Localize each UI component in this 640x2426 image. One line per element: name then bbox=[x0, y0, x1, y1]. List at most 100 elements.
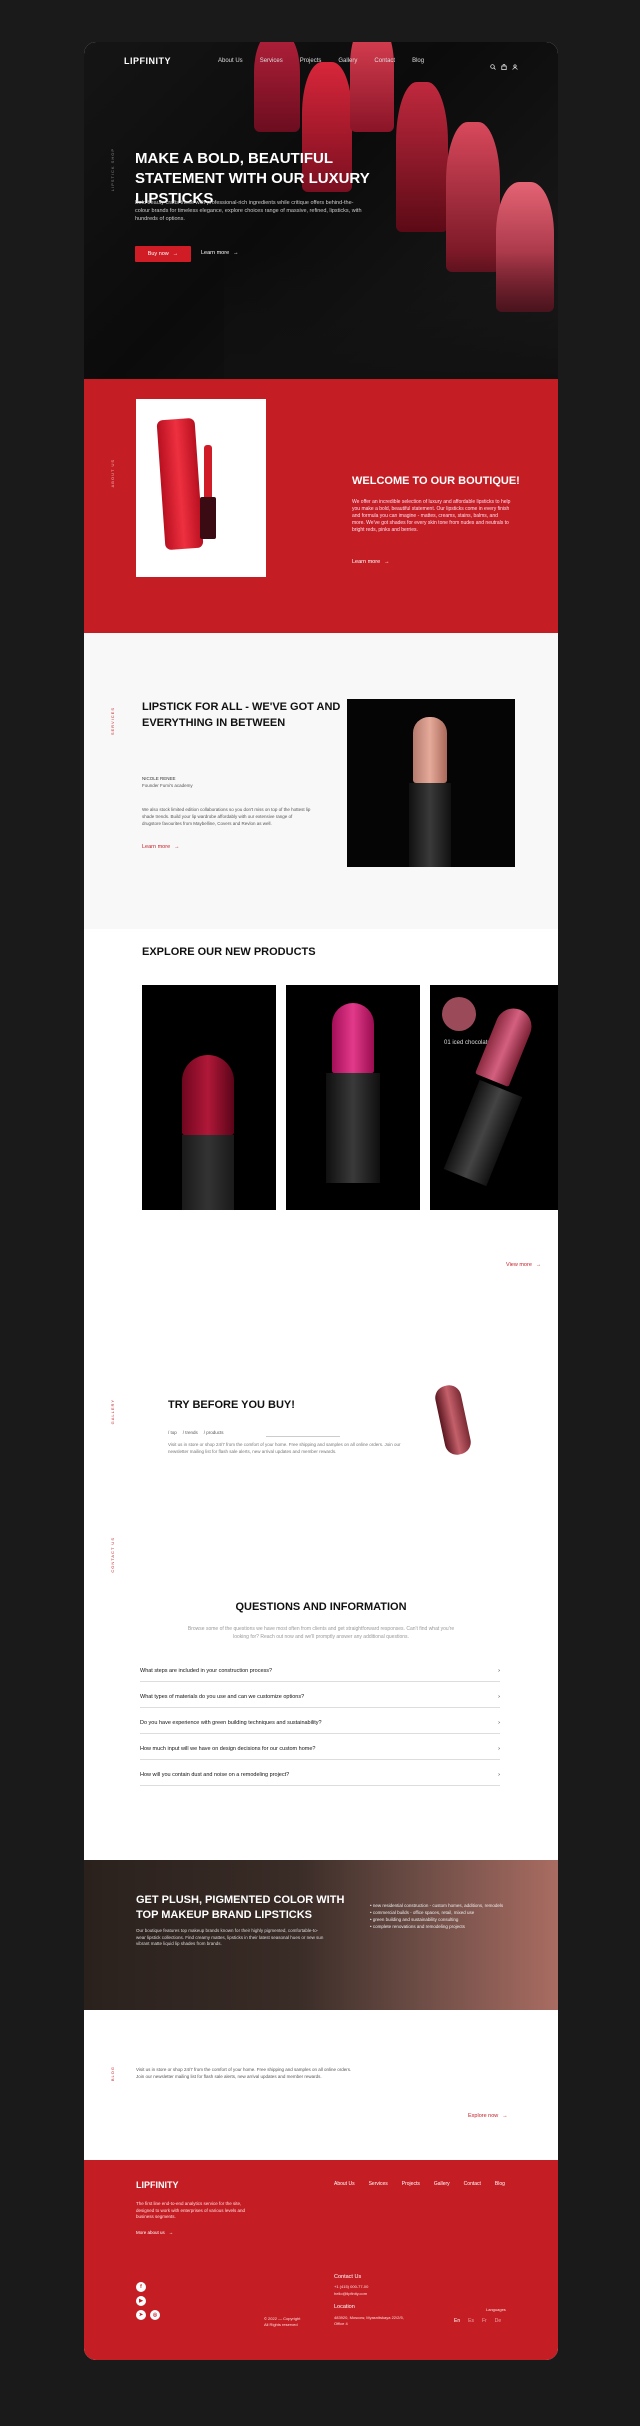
promo-title: GET PLUSH, PIGMENTED COLOR WITH TOP MAKE… bbox=[136, 1894, 345, 1921]
youtube-icon[interactable]: ▶ bbox=[136, 2296, 146, 2306]
telegram-icon[interactable]: ➤ bbox=[136, 2310, 146, 2320]
footer-link-about-us[interactable]: About Us bbox=[334, 2181, 355, 2187]
product-case-image bbox=[182, 1135, 234, 1210]
top-nav: LIPFINITY About Us Services Projects Gal… bbox=[84, 42, 558, 72]
breadcrumb-item[interactable]: / products bbox=[204, 1430, 224, 1435]
chevron-right-icon: › bbox=[498, 1771, 500, 1778]
footer-link-projects[interactable]: Projects bbox=[402, 2181, 420, 2187]
products-title: EXPLORE OUR NEW PRODUCTS bbox=[142, 946, 316, 958]
footer-address: 483920, Moscow, Myasnitskaya 22/2/5, Off… bbox=[334, 2315, 404, 2326]
blog-side-label: BLOG bbox=[110, 2066, 115, 2082]
title-underline bbox=[266, 1436, 340, 1437]
lipgloss-tube-image bbox=[156, 417, 204, 551]
lipstick-bullet bbox=[413, 717, 447, 783]
product-lipstick-image bbox=[332, 1003, 374, 1073]
faq-item[interactable]: How much input will we have on design de… bbox=[140, 1738, 500, 1760]
language-option[interactable]: En bbox=[454, 2318, 460, 2324]
brand-logo[interactable]: LIPFINITY bbox=[124, 56, 171, 66]
welcome-learn-more-link[interactable]: Learn more → bbox=[352, 559, 390, 565]
try-text: Visit us in store or shop 24/7 from the … bbox=[168, 1442, 401, 1454]
footer-phone[interactable]: +1 (415) 000-77-00 bbox=[334, 2284, 368, 2289]
services-title: LIPSTICK FOR ALL - WE'VE GOT AND EVERYTH… bbox=[142, 701, 341, 729]
view-more-label: View more bbox=[506, 1262, 532, 1268]
promo-list-item: • complete renovations and remodeling pr… bbox=[370, 1924, 465, 1929]
faq-question: What types of materials do you use and c… bbox=[140, 1693, 305, 1700]
footer-link-gallery[interactable]: Gallery bbox=[434, 2181, 450, 2187]
nav-item-projects[interactable]: Projects bbox=[300, 58, 322, 64]
promo-list-item: • new residential construction - custom … bbox=[370, 1903, 504, 1908]
footer-logo[interactable]: LIPFINITY bbox=[136, 2180, 179, 2190]
learn-more-label: Learn more bbox=[352, 559, 381, 565]
explore-now-link[interactable]: Explore now → bbox=[468, 2113, 508, 2119]
hero-lipstick-image bbox=[446, 122, 500, 272]
breadcrumb-item[interactable]: / top bbox=[168, 1430, 177, 1435]
faq-title: QUESTIONS AND INFORMATION bbox=[235, 1601, 407, 1613]
hero-lipstick-image bbox=[396, 82, 448, 232]
try-title: TRY BEFORE YOU BUY! bbox=[168, 1399, 295, 1411]
learn-more-link[interactable]: Learn more → bbox=[201, 250, 239, 256]
promo-text: Our boutique features top makeup brands … bbox=[136, 1928, 324, 1946]
faq-question: How will you contain dust and noise on a… bbox=[140, 1771, 290, 1778]
footer: LIPFINITY The first line end-to-end anal… bbox=[84, 2160, 558, 2360]
chevron-right-icon: › bbox=[498, 1719, 500, 1726]
language-option[interactable]: Es bbox=[468, 2318, 474, 2324]
bag-icon[interactable] bbox=[501, 57, 507, 70]
author-name: NICOLE RENEE bbox=[142, 776, 176, 781]
product-case-image bbox=[326, 1073, 380, 1183]
services-learn-more-link[interactable]: Learn more → bbox=[142, 844, 180, 850]
faq-question: Do you have experience with green buildi… bbox=[140, 1719, 322, 1726]
chevron-right-icon: › bbox=[498, 1693, 500, 1700]
search-icon[interactable] bbox=[490, 57, 496, 70]
faq-section: CONTACT US QUESTIONS AND INFORMATION Bro… bbox=[84, 1517, 558, 1860]
promo-banner: GET PLUSH, PIGMENTED COLOR WITH TOP MAKE… bbox=[84, 1860, 558, 2010]
facebook-icon[interactable]: f bbox=[136, 2282, 146, 2292]
faq-question: What steps are included in your construc… bbox=[140, 1667, 273, 1674]
more-about-us-label: More about us bbox=[136, 2230, 165, 2235]
faq-item[interactable]: What types of materials do you use and c… bbox=[140, 1686, 500, 1708]
language-option[interactable]: Fr bbox=[482, 2318, 487, 2324]
faq-item[interactable]: How will you contain dust and noise on a… bbox=[140, 1764, 500, 1786]
nav-item-gallery[interactable]: Gallery bbox=[338, 58, 357, 64]
nav-item-contact[interactable]: Contact bbox=[374, 58, 395, 64]
footer-link-services[interactable]: Services bbox=[369, 2181, 388, 2187]
nav-item-about-us[interactable]: About Us bbox=[218, 58, 243, 64]
faq-item[interactable]: What steps are included in your construc… bbox=[140, 1660, 500, 1682]
view-more-link[interactable]: View more → bbox=[506, 1262, 541, 1268]
nude-lipstick-image bbox=[347, 699, 515, 867]
nav-item-services[interactable]: Services bbox=[260, 58, 283, 64]
location-label: Location bbox=[334, 2304, 355, 2310]
promo-list: • new residential construction - custom … bbox=[370, 1902, 503, 1930]
rights-reserved: All Rights reserved bbox=[264, 2322, 298, 2327]
footer-email[interactable]: hello@lipfinity.com bbox=[334, 2291, 367, 2296]
footer-link-blog[interactable]: Blog bbox=[495, 2181, 505, 2187]
welcome-text: We offer an incredible selection of luxu… bbox=[352, 499, 511, 533]
products-section: EXPLORE OUR NEW PRODUCTS 01 iced chocola… bbox=[84, 929, 558, 1299]
product-card[interactable] bbox=[286, 985, 420, 1210]
lipstick-smear-image bbox=[433, 1383, 473, 1457]
breadcrumb: / top / trends / products bbox=[168, 1430, 224, 1435]
faq-item[interactable]: Do you have experience with green buildi… bbox=[140, 1712, 500, 1734]
footer-link-contact[interactable]: Contact bbox=[464, 2181, 481, 2187]
blog-section: BLOG Visit us in store or shop 24/7 from… bbox=[84, 2010, 558, 2160]
contact-us-label: Contact Us bbox=[334, 2274, 362, 2280]
buy-now-button[interactable]: Buy now → bbox=[135, 246, 191, 262]
language-option[interactable]: De bbox=[495, 2318, 501, 2324]
shade-swatch bbox=[442, 997, 476, 1031]
instagram-icon[interactable]: ◎ bbox=[150, 2310, 160, 2320]
gallery-section: GALLERY TRY BEFORE YOU BUY! / top / tren… bbox=[84, 1299, 558, 1517]
more-about-us-link[interactable]: More about us → bbox=[136, 2230, 173, 2235]
promo-list-item: • commercial builds - office spaces, ret… bbox=[370, 1910, 475, 1915]
arrow-right-icon: → bbox=[168, 2230, 174, 2235]
product-case-image bbox=[443, 1079, 523, 1187]
nav-item-blog[interactable]: Blog bbox=[412, 58, 424, 64]
product-card[interactable]: 01 iced chocolate bbox=[430, 985, 558, 1210]
breadcrumb-item[interactable]: / trends bbox=[183, 1430, 198, 1435]
user-icon[interactable] bbox=[512, 57, 518, 70]
product-card[interactable] bbox=[142, 985, 276, 1210]
explore-now-label: Explore now bbox=[468, 2113, 499, 2119]
arrow-right-icon: → bbox=[384, 559, 390, 565]
gallery-side-label: GALLERY bbox=[110, 1399, 115, 1425]
welcome-title: WELCOME TO OUR BOUTIQUE! bbox=[352, 475, 520, 487]
hero-section: LIPFINITY About Us Services Projects Gal… bbox=[84, 42, 558, 379]
arrow-right-icon: → bbox=[172, 251, 179, 257]
